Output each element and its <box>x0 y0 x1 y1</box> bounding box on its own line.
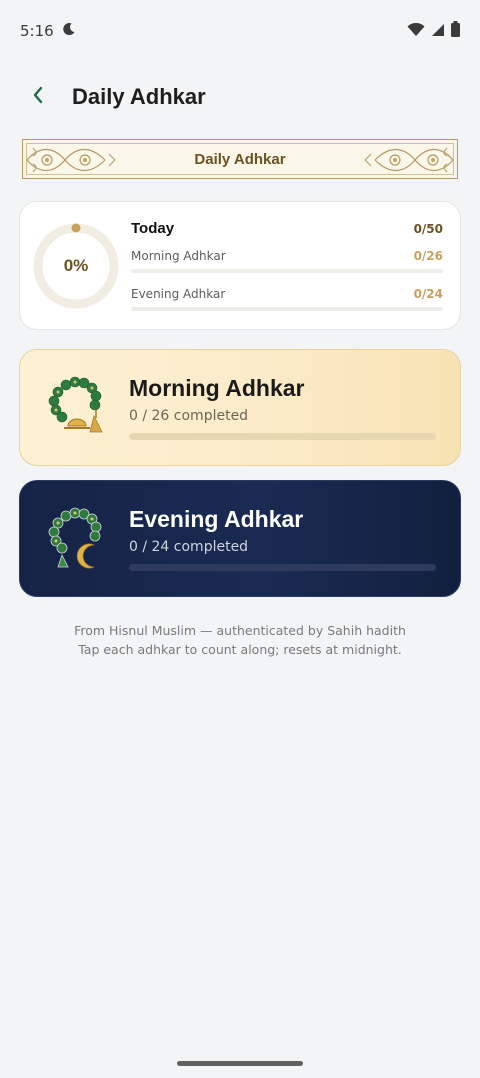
summary-body: Today 0/50 Morning Adhkar 0/26 Evening A… <box>131 220 443 311</box>
evening-summary-label: Evening Adhkar <box>131 287 226 301</box>
morning-summary-label: Morning Adhkar <box>131 249 226 263</box>
page-title: Daily Adhkar <box>72 84 206 109</box>
footer-line-1: From Hisnul Muslim — authenticated by Sa… <box>74 623 406 638</box>
status-right <box>407 21 460 41</box>
today-summary-card: 0% Today 0/50 Morning Adhkar 0/26 Evenin… <box>19 201 461 330</box>
morning-card-progress-text: 0 / 26 completed <box>129 408 249 424</box>
moon-icon <box>62 22 76 40</box>
evening-adhkar-card[interactable]: Evening Adhkar 0 / 24 completed <box>19 480 461 597</box>
back-button[interactable] <box>14 73 62 121</box>
evening-card-title: Evening Adhkar <box>129 506 304 532</box>
battery-icon <box>451 21 460 41</box>
chevron-left-icon <box>31 85 45 109</box>
signal-icon <box>431 22 445 41</box>
morning-card-progress-bar <box>129 433 436 440</box>
floral-ornament-icon <box>25 142 117 182</box>
morning-summary-row: Morning Adhkar 0/26 <box>131 249 443 263</box>
status-bar: 5:16 <box>0 0 480 62</box>
ornamental-banner: Daily Adhkar <box>22 139 458 179</box>
today-count: 0/50 <box>413 221 443 236</box>
banner-title: Daily Adhkar <box>194 150 286 168</box>
today-label: Today <box>131 220 175 237</box>
status-left: 5:16 <box>20 22 76 40</box>
morning-card-title: Morning Adhkar <box>129 375 305 401</box>
morning-summary-progress <box>131 269 443 273</box>
morning-adhkar-card[interactable]: Morning Adhkar 0 / 26 completed <box>19 349 461 466</box>
evening-card-progress-bar <box>129 564 436 571</box>
footer-note: From Hisnul Muslim — authenticated by Sa… <box>0 621 480 659</box>
footer-line-2: Tap each adhkar to count along; resets a… <box>78 642 402 657</box>
morning-summary-count: 0/26 <box>413 249 443 263</box>
home-indicator[interactable] <box>177 1061 303 1066</box>
wifi-icon <box>407 22 425 41</box>
prayer-beads-moon-icon <box>44 503 114 573</box>
today-row: Today 0/50 <box>131 220 443 237</box>
floral-ornament-icon <box>363 142 455 182</box>
app-bar: Daily Adhkar <box>0 68 480 126</box>
progress-percent: 0% <box>63 256 89 275</box>
evening-summary-progress <box>131 307 443 311</box>
evening-summary-count: 0/24 <box>413 287 443 301</box>
status-time: 5:16 <box>20 22 54 40</box>
evening-summary-row: Evening Adhkar 0/24 <box>131 287 443 301</box>
prayer-beads-sun-icon <box>44 372 114 442</box>
evening-card-progress-text: 0 / 24 completed <box>129 539 249 555</box>
